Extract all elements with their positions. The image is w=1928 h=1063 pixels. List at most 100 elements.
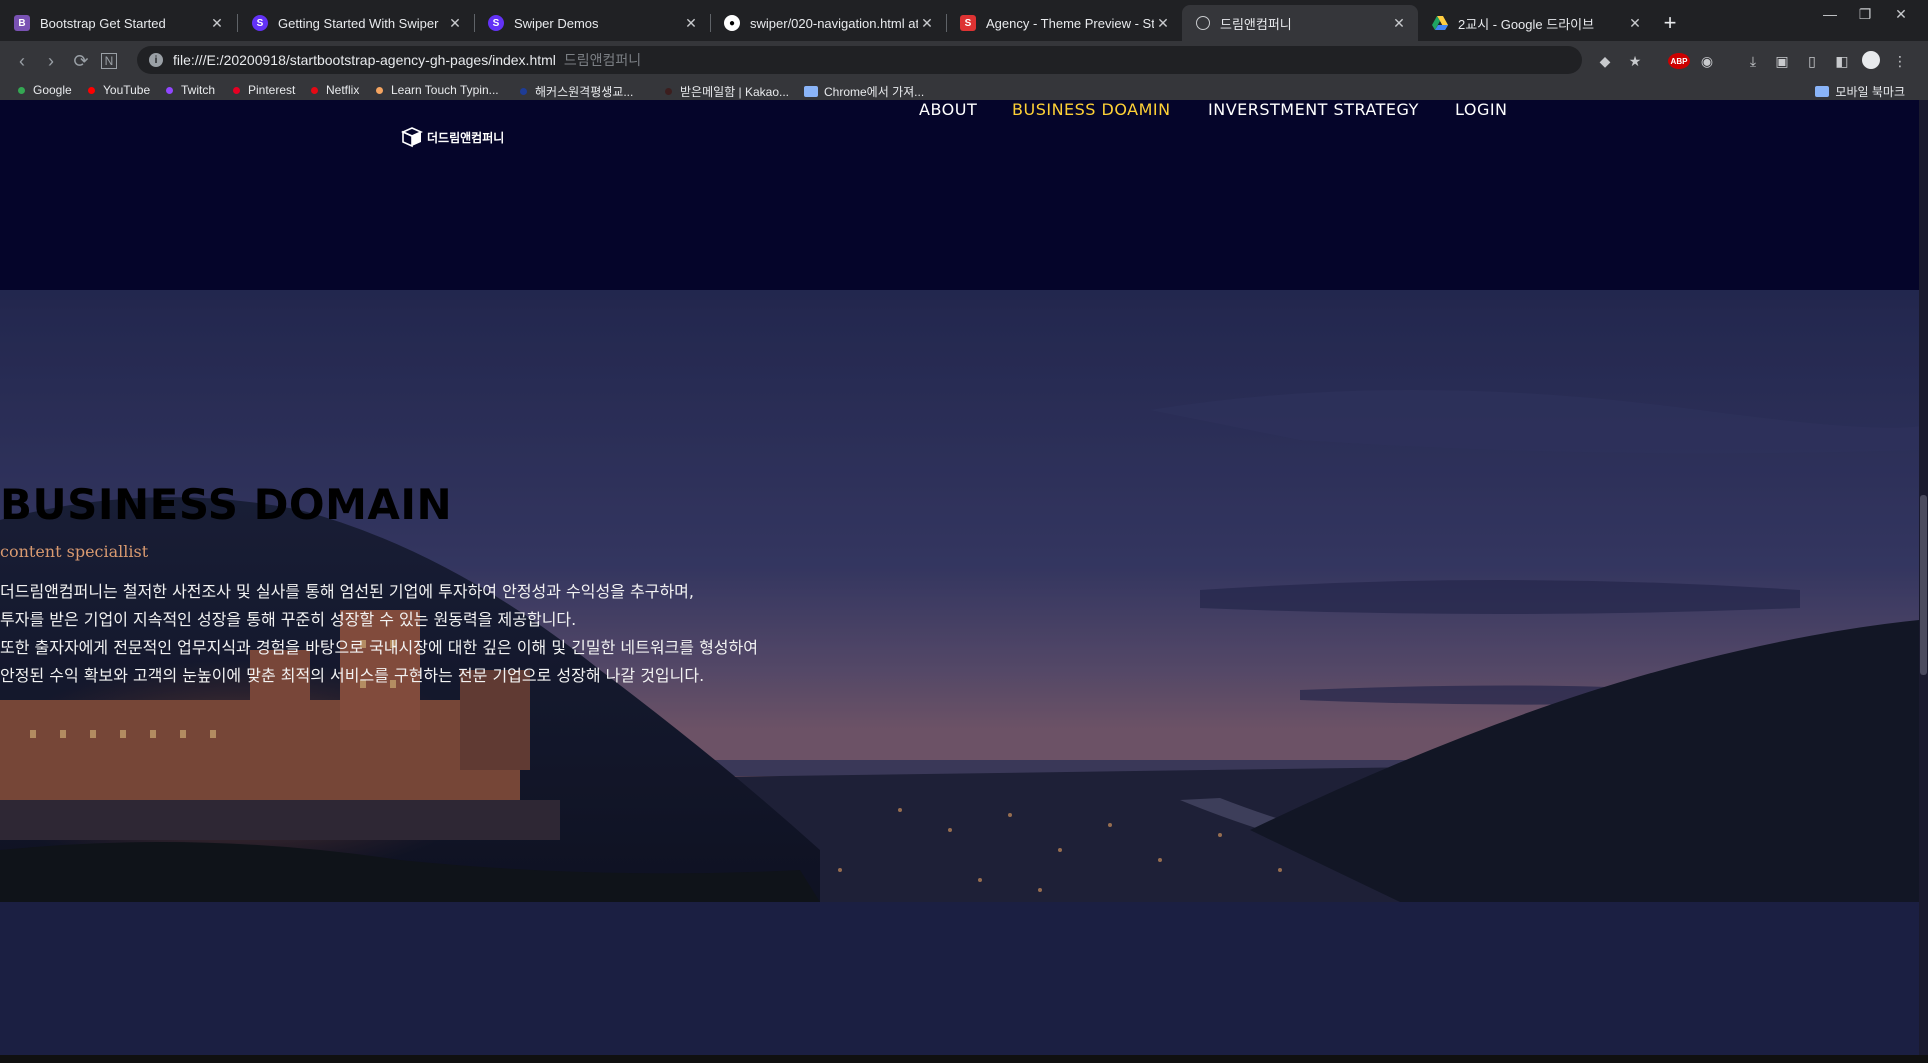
hero-line: 또한 출자자에게 전문적인 업무지식과 경험을 바탕으로 국내시장에 대한 깊은… <box>0 638 758 657</box>
browser-tab-strip: B Bootstrap Get Started ✕ S Getting Star… <box>0 0 1928 41</box>
menu-kebab-icon[interactable]: ⋮ <box>1890 51 1910 71</box>
browser-toolbar: ‹ › ⟳ N i file:///E:/20200918/startboots… <box>0 41 1928 80</box>
new-tab-button[interactable]: + <box>1656 9 1684 37</box>
tab-title: Bootstrap Get Started <box>40 15 166 31</box>
tab-dream-company[interactable]: 드림앤컴퍼니 ✕ <box>1182 5 1418 41</box>
tab-title: 2교시 - Google 드라이브 <box>1458 16 1595 32</box>
bookmark-star-icon[interactable]: ★ <box>1625 51 1645 71</box>
scroll-thumb[interactable] <box>1920 495 1927 675</box>
bookmark-kakao-mail[interactable]: 받은메일함 | Kakao... <box>665 83 789 100</box>
tab-title: Getting Started With Swiper <box>278 15 439 31</box>
bookmark-twitch[interactable]: Twitch <box>166 83 215 97</box>
restore-button[interactable]: ❐ <box>1850 6 1880 23</box>
google-drive-icon <box>1432 15 1448 31</box>
bookmark-youtube[interactable]: YouTube <box>88 83 150 97</box>
kakao-icon <box>665 88 672 95</box>
download-icon[interactable]: ⤓ <box>1743 51 1763 71</box>
bookmark-pinterest[interactable]: Pinterest <box>233 83 295 97</box>
window-close-button[interactable]: ✕ <box>1886 6 1916 23</box>
bootstrap-icon: B <box>14 15 30 31</box>
tab-getting-started-swiper[interactable]: S Getting Started With Swiper ✕ <box>238 5 474 41</box>
bookmark-folder-imported[interactable]: Chrome에서 가져... <box>804 83 924 100</box>
brand-name: 더드림앤컴퍼니 <box>427 130 505 145</box>
github-icon: ● <box>724 15 740 31</box>
tab-title: Agency - Theme Preview - Start <box>986 15 1154 31</box>
sidebar-icon[interactable]: ◧ <box>1832 51 1852 71</box>
bookmarks-bar: Google YouTube Twitch Pinterest Netflix … <box>0 80 1928 100</box>
info-icon[interactable]: i <box>149 53 163 67</box>
folder-icon <box>1815 86 1830 97</box>
pinterest-icon <box>233 86 240 94</box>
folder-icon <box>804 86 818 97</box>
bookmark-label: Google <box>33 83 72 97</box>
close-icon[interactable]: ✕ <box>682 14 700 32</box>
forward-button[interactable]: › <box>40 50 62 72</box>
shield-icon[interactable]: ◆ <box>1595 51 1615 71</box>
hero-section: BUSINESS DOMAIN content speciallist 더드림앤… <box>0 290 1919 902</box>
close-icon[interactable]: ✕ <box>1154 14 1172 32</box>
web-page: 더드림앤컴퍼니 ABOUT BUSINESS DOAMIN INVERSTMEN… <box>0 100 1928 1055</box>
globe-icon <box>1196 16 1210 30</box>
hero-description: 더드림앤컴퍼니는 철저한 사전조사 및 실사를 통해 엄선된 기업에 투자하여 … <box>0 578 1919 690</box>
hero-line: 투자를 받은 기업이 지속적인 성장을 통해 꾸준히 성장할 수 있는 원동력을… <box>0 610 577 629</box>
cube-logo-icon <box>401 127 423 148</box>
swiper-icon: S <box>252 15 268 31</box>
keyboard-icon <box>376 86 383 94</box>
bookmark-label: Netflix <box>326 83 360 97</box>
camera-icon[interactable]: ◉ <box>1697 51 1717 71</box>
close-icon[interactable]: ✕ <box>918 14 936 32</box>
twitch-icon <box>166 86 173 94</box>
bookmark-hackers[interactable]: 해커스원격평생교... <box>520 83 633 100</box>
mobile-bookmarks[interactable]: 모바일 북마크 <box>1815 83 1905 100</box>
bookmark-learn-touch-typing[interactable]: Learn Touch Typin... <box>376 83 499 97</box>
os-taskbar <box>0 1055 1928 1063</box>
page-scrollbar[interactable] <box>1919 100 1928 1055</box>
tab-title: Swiper Demos <box>514 15 599 31</box>
nav-about[interactable]: ABOUT <box>919 100 977 119</box>
reader-icon[interactable]: ▯ <box>1802 51 1822 71</box>
nav-business-domain[interactable]: BUSINESS DOAMIN <box>1012 100 1171 119</box>
close-icon[interactable]: ✕ <box>1626 14 1644 32</box>
tab-bootstrap-get-started[interactable]: B Bootstrap Get Started ✕ <box>0 5 236 41</box>
nav-login[interactable]: LOGIN <box>1455 100 1508 119</box>
tab-github-swiper[interactable]: ● swiper/020-navigation.html at m ✕ <box>710 5 946 41</box>
bookmark-label: 받은메일함 | Kakao... <box>680 85 790 99</box>
page-title-hint: 드림앤컴퍼니 <box>563 52 642 68</box>
bookmark-label: Learn Touch Typin... <box>391 83 499 97</box>
minimize-button[interactable]: — <box>1815 6 1845 22</box>
tab-title: swiper/020-navigation.html at m <box>750 15 918 31</box>
adblock-icon[interactable]: ABP <box>1668 53 1690 69</box>
close-icon[interactable]: ✕ <box>208 14 226 32</box>
bookmark-label: Chrome에서 가져... <box>824 85 925 99</box>
bookmark-google[interactable]: Google <box>18 83 72 97</box>
screenshot-icon[interactable]: ▣ <box>1772 51 1792 71</box>
startbootstrap-icon: S <box>960 15 976 31</box>
tab-swiper-demos[interactable]: S Swiper Demos ✕ <box>474 5 710 41</box>
tab-agency-theme-preview[interactable]: S Agency - Theme Preview - Start ✕ <box>946 5 1182 41</box>
notion-extension-icon[interactable]: N <box>101 53 117 69</box>
hero-line: 더드림앤컴퍼니는 철저한 사전조사 및 실사를 통해 엄선된 기업에 투자하여 … <box>0 582 694 601</box>
next-section <box>0 902 1919 1055</box>
bookmark-label: YouTube <box>103 83 151 97</box>
bookmark-netflix[interactable]: Netflix <box>311 83 359 97</box>
profile-avatar[interactable] <box>1862 51 1880 69</box>
back-button[interactable]: ‹ <box>11 50 33 72</box>
site-navbar: 더드림앤컴퍼니 ABOUT BUSINESS DOAMIN INVERSTMEN… <box>0 100 1928 290</box>
address-bar[interactable]: i file:///E:/20200918/startbootstrap-age… <box>137 46 1582 74</box>
hero-title: BUSINESS DOMAIN <box>0 480 453 529</box>
brand-logo[interactable]: 더드림앤컴퍼니 <box>401 126 504 148</box>
bookmark-label: 해커스원격평생교... <box>535 85 634 99</box>
close-icon[interactable]: ✕ <box>1390 14 1408 32</box>
hero-line: 안정된 수익 확보와 고객의 눈높이에 맞춘 최적의 서비스를 구현하는 전문 … <box>0 666 705 685</box>
hero-subtitle: content speciallist <box>0 542 149 561</box>
url-text: file:///E:/20200918/startbootstrap-agenc… <box>173 52 556 68</box>
nav-investment-strategy[interactable]: INVERSTMENT STRATEGY <box>1208 100 1419 119</box>
swiper-icon: S <box>488 15 504 31</box>
tab-title: 드림앤컴퍼니 <box>1220 16 1292 32</box>
reload-button[interactable]: ⟳ <box>70 50 92 72</box>
mobile-bookmarks-label: 모바일 북마크 <box>1835 85 1905 99</box>
close-icon[interactable]: ✕ <box>446 14 464 32</box>
tab-google-drive[interactable]: 2교시 - Google 드라이브 ✕ <box>1418 5 1654 41</box>
bookmark-label: Pinterest <box>248 83 296 97</box>
hackers-icon <box>520 88 527 95</box>
